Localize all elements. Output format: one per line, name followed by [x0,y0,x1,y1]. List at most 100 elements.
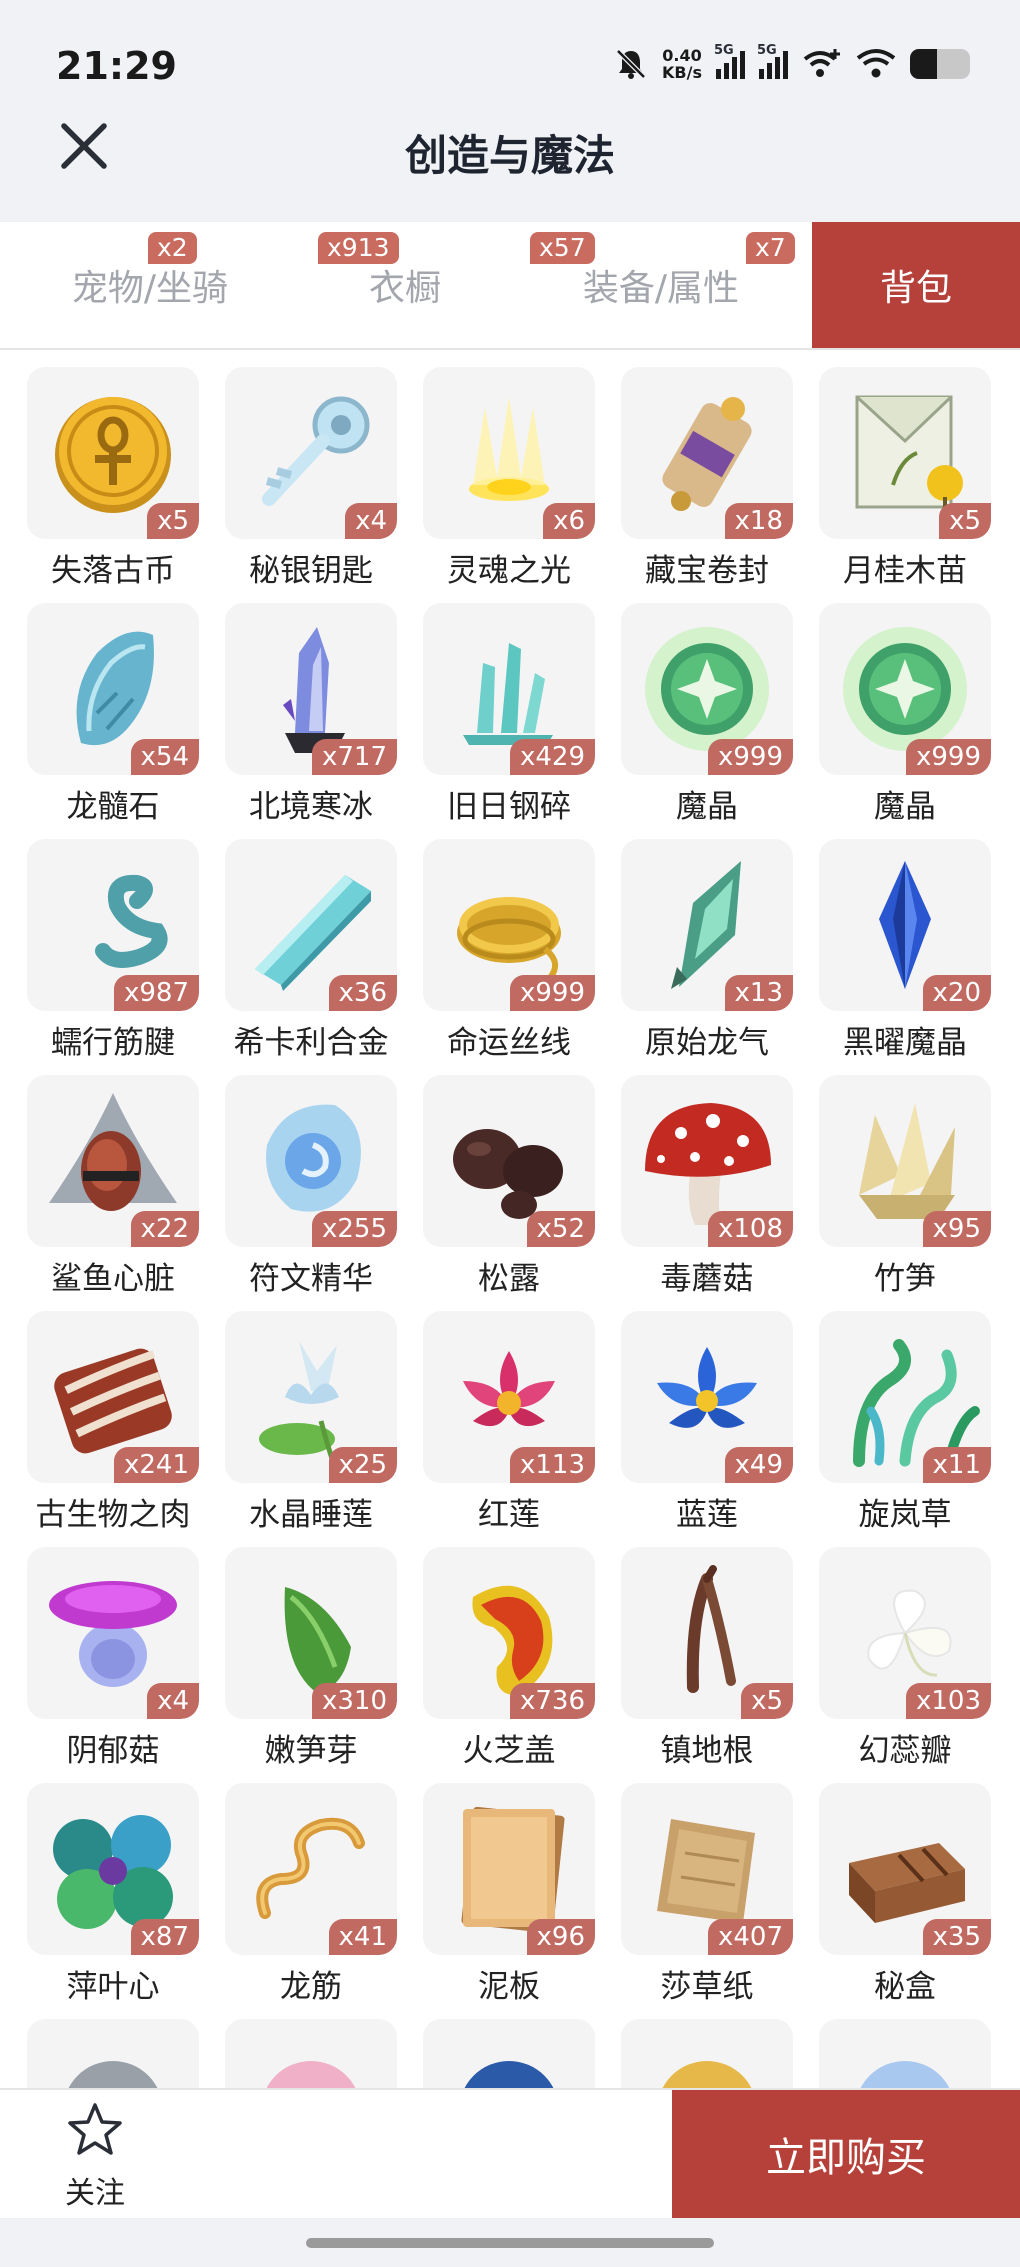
home-indicator[interactable] [306,2238,714,2248]
item-name: 龙髓石 [66,789,160,825]
inventory-item[interactable] [225,2019,397,2088]
item-tile: x87 [27,1783,199,1955]
sim1-label: 5G [714,43,734,58]
tab-backpack[interactable]: x7 背包 [746,222,1020,348]
item-tile: x407 [621,1783,793,1955]
inventory-item[interactable]: x54 龙髓石 [27,603,199,839]
item-tile: x999 [621,603,793,775]
item-tile: x999 [423,839,595,1011]
inventory-item[interactable]: x999 魔晶 [621,603,793,839]
inventory-item[interactable] [423,2019,595,2088]
inventory-item[interactable]: x987 蠕行筋腱 [27,839,199,1075]
inventory-item[interactable]: x4 秘银钥匙 [225,367,397,603]
item-name: 藏宝卷封 [645,553,769,589]
tab-count-badge: x2 [148,232,197,264]
inventory-item[interactable]: x736 火芝盖 [423,1547,595,1783]
item-name: 萍叶心 [66,1969,160,2005]
inventory-item[interactable]: x4 阴郁菇 [27,1547,199,1783]
item-name: 秘盒 [874,1969,936,2005]
inventory-item[interactable]: x20 黑曜魔晶 [819,839,991,1075]
inventory-item[interactable]: x103 幻蕊瓣 [819,1547,991,1783]
inventory-item[interactable]: x11 旋岚草 [819,1311,991,1547]
inventory-item[interactable] [621,2019,793,2088]
tab-label: 装备/属性 [582,268,740,309]
star-icon [68,2103,122,2155]
item-tile: x22 [27,1075,199,1247]
inventory-item[interactable]: x407 莎草纸 [621,1783,793,2019]
network-speed-unit: KB/s [662,63,702,82]
inventory-item[interactable]: x52 松露 [423,1075,595,1311]
item-count-badge: x999 [707,739,793,775]
item-tile: x6 [423,367,595,539]
item-count-badge: x41 [328,1919,397,1955]
follow-button[interactable]: 关注 [40,2090,150,2218]
inventory-item[interactable]: x5 月桂木苗 [819,367,991,603]
inventory-item[interactable]: x49 蓝莲 [621,1311,793,1547]
item-count-badge: x20 [922,975,991,1011]
item-tile: x103 [819,1547,991,1719]
inventory-item[interactable]: x108 毒蘑菇 [621,1075,793,1311]
inventory-item[interactable]: x13 原始龙气 [621,839,793,1075]
item-tile: x5 [819,367,991,539]
inventory-item[interactable]: x999 命运丝线 [423,839,595,1075]
item-name: 符文精华 [249,1261,373,1297]
inventory-item[interactable]: x255 符文精华 [225,1075,397,1311]
inventory-item[interactable]: x18 藏宝卷封 [621,367,793,603]
item-tile: x96 [423,1783,595,1955]
item-count-badge: x5 [939,503,991,539]
inventory-item[interactable]: x241 古生物之肉 [27,1311,199,1547]
item-count-badge: x96 [526,1919,595,1955]
inventory-item[interactable]: x6 灵魂之光 [423,367,595,603]
inventory-item[interactable]: x22 鲨鱼心脏 [27,1075,199,1311]
item-name: 竹笋 [874,1261,936,1297]
item-tile: x999 [819,603,991,775]
item-tile [819,2019,991,2088]
tab-label: 衣橱 [368,268,441,309]
tab-wardrobe[interactable]: 衣橱 x913 [300,222,510,348]
inventory-item[interactable]: x87 萍叶心 [27,1783,199,2019]
network-speed-value: 0.40 [662,46,702,65]
tab-label: 背包 [879,268,952,309]
item-name: 水晶睡莲 [249,1497,373,1533]
item-name: 原始龙气 [645,1025,769,1061]
inventory-item[interactable]: x429 旧日钢碎 [423,603,595,839]
item-count-badge: x4 [345,503,397,539]
inventory-item[interactable]: x95 竹笋 [819,1075,991,1311]
item-name: 古生物之肉 [35,1497,191,1533]
item-count-badge: x429 [509,739,595,775]
inventory-item[interactable]: x113 红莲 [423,1311,595,1547]
inventory-item[interactable]: x5 镇地根 [621,1547,793,1783]
inventory-item[interactable]: x999 魔晶 [819,603,991,839]
item-count-badge: x255 [311,1211,397,1247]
item-name: 泥板 [478,1969,540,2005]
buy-now-button[interactable]: 立即购买 [672,2090,1020,2218]
inventory-item[interactable]: x5 失落古币 [27,367,199,603]
item-count-badge: x13 [724,975,793,1011]
item-count-badge: x407 [707,1919,793,1955]
tab-pets-mounts[interactable]: 宠物/坐骑 x2 [0,222,300,348]
item-name: 鲨鱼心脏 [51,1261,175,1297]
inventory-item[interactable]: x96 泥板 [423,1783,595,2019]
item-count-badge: x25 [328,1447,397,1483]
inventory-item[interactable]: x717 北境寒冰 [225,603,397,839]
sparkle-icon [860,2061,950,2088]
item-tile [621,2019,793,2088]
item-count-badge: x5 [147,503,199,539]
item-count-badge: x4 [147,1683,199,1719]
inventory-item[interactable]: x35 秘盒 [819,1783,991,2019]
inventory-item[interactable] [819,2019,991,2088]
item-name: 旋岚草 [858,1497,952,1533]
item-tile: x4 [225,367,397,539]
inventory-item[interactable]: x36 希卡利合金 [225,839,397,1075]
item-count-badge: x310 [311,1683,397,1719]
inventory-item[interactable] [27,2019,199,2088]
item-tile [27,2019,199,2088]
inventory-item[interactable]: x310 嫩笋芽 [225,1547,397,1783]
inventory-item[interactable]: x25 水晶睡莲 [225,1311,397,1547]
item-tile: x36 [225,839,397,1011]
item-tile: x113 [423,1311,595,1483]
inventory-item[interactable]: x41 龙筋 [225,1783,397,2019]
item-count-badge: x22 [130,1211,199,1247]
item-tile: x736 [423,1547,595,1719]
item-name: 蠕行筋腱 [51,1025,175,1061]
